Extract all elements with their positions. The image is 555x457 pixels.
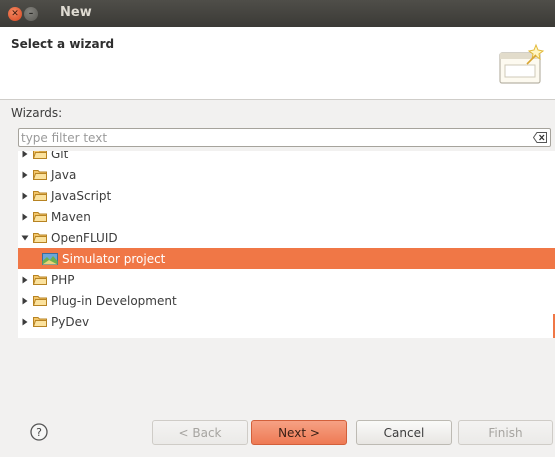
tree-item[interactable]: Plug-in Development — [18, 290, 555, 311]
collapsed-arrow-icon[interactable] — [20, 296, 30, 306]
title-bar: ✕ – New — [0, 0, 555, 27]
tree-item-label: Maven — [51, 209, 91, 224]
clear-filter-icon[interactable] — [533, 132, 547, 143]
tree-item[interactable]: Maven — [18, 206, 555, 227]
folder-icon — [33, 233, 47, 243]
wizard-banner-icon — [499, 43, 545, 84]
folder-icon — [33, 296, 47, 306]
tree-item-label: Plug-in Development — [51, 293, 177, 308]
expanded-arrow-icon[interactable] — [20, 233, 30, 243]
help-icon[interactable]: ? — [30, 423, 48, 441]
folder-icon — [33, 191, 47, 201]
tree-item[interactable]: JavaScript — [18, 185, 555, 206]
collapsed-arrow-icon[interactable] — [20, 212, 30, 222]
filter-field[interactable] — [18, 128, 551, 147]
tree-item-label: OpenFLUID — [51, 230, 118, 245]
next-button[interactable]: Next > — [251, 420, 347, 445]
tree-item-label: Git — [51, 151, 69, 161]
header-divider — [0, 99, 555, 100]
tree-item-label: JavaScript — [51, 188, 112, 203]
cancel-button[interactable]: Cancel — [356, 420, 452, 445]
tree-item[interactable]: PHP — [18, 269, 555, 290]
folder-icon — [33, 170, 47, 180]
tree-item-child[interactable]: Simulator project — [18, 248, 555, 269]
folder-icon — [33, 317, 47, 327]
collapsed-arrow-icon[interactable] — [20, 151, 30, 159]
tree-item[interactable]: Java — [18, 164, 555, 185]
simulator-project-icon — [42, 252, 58, 265]
filter-input[interactable] — [21, 129, 526, 146]
collapsed-arrow-icon[interactable] — [20, 191, 30, 201]
page-title: Select a wizard — [11, 37, 115, 51]
wizard-header: Select a wizard — [0, 27, 555, 99]
wizard-tree[interactable]: Git Java JavaScript Maven OpenFLUID Simulator… — [18, 151, 555, 338]
folder-icon — [33, 212, 47, 222]
folder-icon — [33, 275, 47, 285]
wizards-label: Wizards: — [11, 106, 63, 120]
collapsed-arrow-icon[interactable] — [20, 170, 30, 180]
tree-item[interactable]: PyDev — [18, 311, 555, 332]
tree-item-label: Simulator project — [62, 251, 166, 266]
tree-item[interactable]: Git — [18, 151, 555, 164]
window-close-button[interactable]: ✕ — [8, 7, 22, 21]
folder-icon — [33, 151, 47, 159]
tree-item[interactable]: OpenFLUID — [18, 227, 555, 248]
window-title: New — [60, 5, 92, 20]
collapsed-arrow-icon[interactable] — [20, 317, 30, 327]
window-minimize-button[interactable]: – — [24, 7, 38, 21]
svg-text:?: ? — [36, 426, 42, 439]
finish-button[interactable]: Finish — [458, 420, 553, 445]
tree-item-label: PyDev — [51, 314, 90, 329]
collapsed-arrow-icon[interactable] — [20, 275, 30, 285]
back-button[interactable]: < Back — [152, 420, 248, 445]
tree-item-label: Java — [51, 167, 77, 182]
tree-item-label: PHP — [51, 272, 75, 287]
